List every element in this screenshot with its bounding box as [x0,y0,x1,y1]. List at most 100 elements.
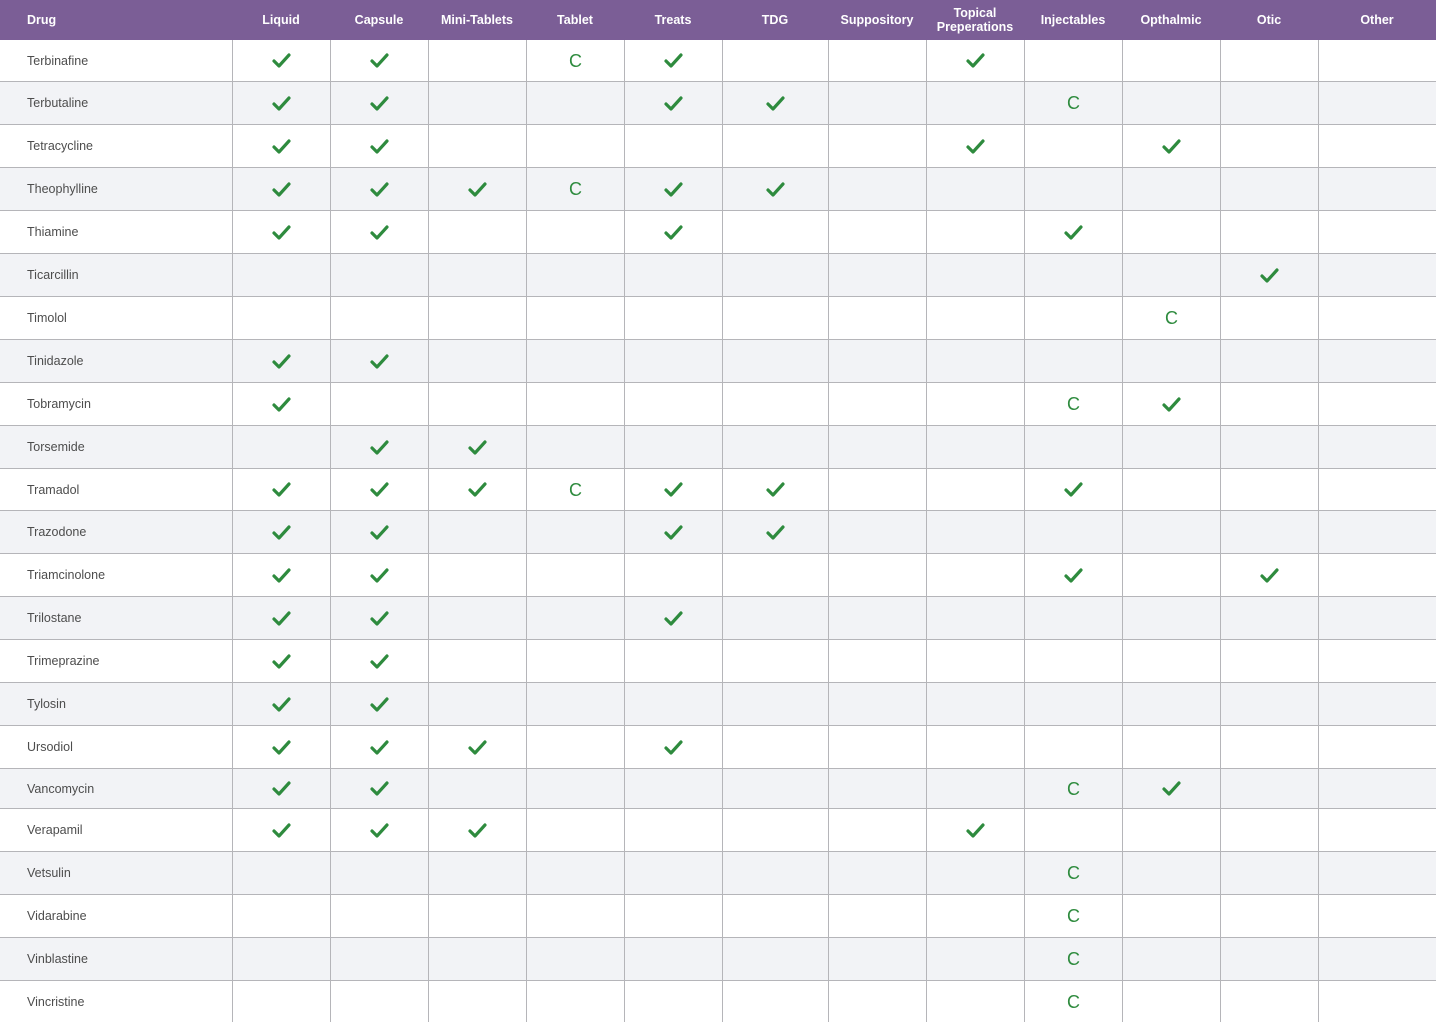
table-cell-other [1318,769,1436,809]
compounded-c-mark: C [1165,308,1178,328]
table-cell-mini-tablets [428,640,526,683]
table-cell-topical-preperations [926,383,1024,426]
column-header-topical-preperations: Topical Preperations [926,0,1024,40]
table-cell-other [1318,554,1436,597]
drug-name: Vidarabine [0,895,232,938]
compounded-c-mark: C [569,479,582,500]
table-cell-suppository [828,938,926,981]
table-cell-tdg [722,726,828,769]
table-cell-opthalmic [1122,640,1220,683]
table-cell-topical-preperations [926,168,1024,211]
table-cell-liquid [232,340,330,383]
checkmark-icon [272,696,291,712]
table-cell-otic [1220,297,1318,340]
table-cell-mini-tablets [428,769,526,809]
table-cell-topical-preperations [926,426,1024,469]
compounded-c-mark: C [1067,394,1080,414]
table-cell-opthalmic [1122,726,1220,769]
table-cell-liquid [232,511,330,554]
table-cell-capsule [330,469,428,511]
table-cell-treats [624,640,722,683]
table-cell-topical-preperations [926,511,1024,554]
table-cell-capsule [330,254,428,297]
checkmark-icon [370,653,389,669]
table-cell-liquid [232,82,330,125]
table-cell-opthalmic [1122,769,1220,809]
table-cell-treats [624,125,722,168]
checkmark-icon [1064,224,1083,240]
table-cell-tdg [722,938,828,981]
table-cell-tablet: C [526,469,624,511]
drug-name: Tetracycline [0,125,232,168]
table-cell-treats [624,511,722,554]
table-cell-opthalmic [1122,125,1220,168]
table-cell-otic [1220,895,1318,938]
table-cell-liquid [232,938,330,981]
table-cell-tablet [526,895,624,938]
checkmark-icon [1162,781,1181,796]
table-cell-capsule [330,938,428,981]
checkmark-icon [272,822,291,838]
table-cell-treats [624,852,722,895]
checkmark-icon [370,822,389,838]
drug-name: Vincristine [0,981,232,1022]
drug-name: Verapamil [0,809,232,852]
table-cell-opthalmic: C [1122,297,1220,340]
table-cell-mini-tablets [428,469,526,511]
table-cell-opthalmic [1122,809,1220,852]
table-cell-suppository [828,82,926,125]
table-cell-capsule [330,125,428,168]
table-cell-tdg [722,254,828,297]
table-cell-tablet [526,852,624,895]
table-cell-topical-preperations [926,852,1024,895]
checkmark-icon [272,567,291,583]
table-cell-otic [1220,168,1318,211]
checkmark-icon [370,739,389,755]
table-cell-topical-preperations [926,254,1024,297]
checkmark-icon [370,224,389,240]
checkmark-icon [272,53,291,68]
drug-name: Tylosin [0,683,232,726]
table-cell-otic [1220,809,1318,852]
table-cell-liquid [232,809,330,852]
table-cell-tablet [526,683,624,726]
column-header-injectables: Injectables [1024,0,1122,40]
drug-name: Thiamine [0,211,232,254]
checkmark-icon [966,53,985,68]
table-cell-opthalmic [1122,82,1220,125]
table-cell-mini-tablets [428,981,526,1022]
table-cell-opthalmic [1122,511,1220,554]
table-cell-topical-preperations [926,340,1024,383]
table-cell-capsule [330,40,428,82]
table-cell-tablet [526,383,624,426]
checkmark-icon [664,739,683,755]
table-cell-suppository [828,40,926,82]
checkmark-icon [966,138,985,154]
drug-name: Vancomycin [0,769,232,809]
table-cell-other [1318,726,1436,769]
checkmark-icon [664,524,683,540]
table-cell-capsule [330,852,428,895]
table-cell-topical-preperations [926,554,1024,597]
checkmark-icon [370,439,389,455]
table-cell-suppository [828,769,926,809]
column-header-drug: Drug [0,0,232,40]
table-cell-treats [624,383,722,426]
table-cell-capsule [330,340,428,383]
table-cell-tdg [722,809,828,852]
drug-name: Timolol [0,297,232,340]
table-cell-injectables [1024,426,1122,469]
table-cell-tdg [722,597,828,640]
table-cell-suppository [828,554,926,597]
table-cell-suppository [828,426,926,469]
table-cell-treats [624,168,722,211]
table-cell-capsule [330,895,428,938]
table-cell-tablet [526,640,624,683]
table-cell-treats [624,597,722,640]
checkmark-icon [272,781,291,796]
table-cell-capsule [330,554,428,597]
table-cell-injectables [1024,297,1122,340]
table-cell-injectables: C [1024,852,1122,895]
column-header-liquid: Liquid [232,0,330,40]
table-cell-opthalmic [1122,938,1220,981]
